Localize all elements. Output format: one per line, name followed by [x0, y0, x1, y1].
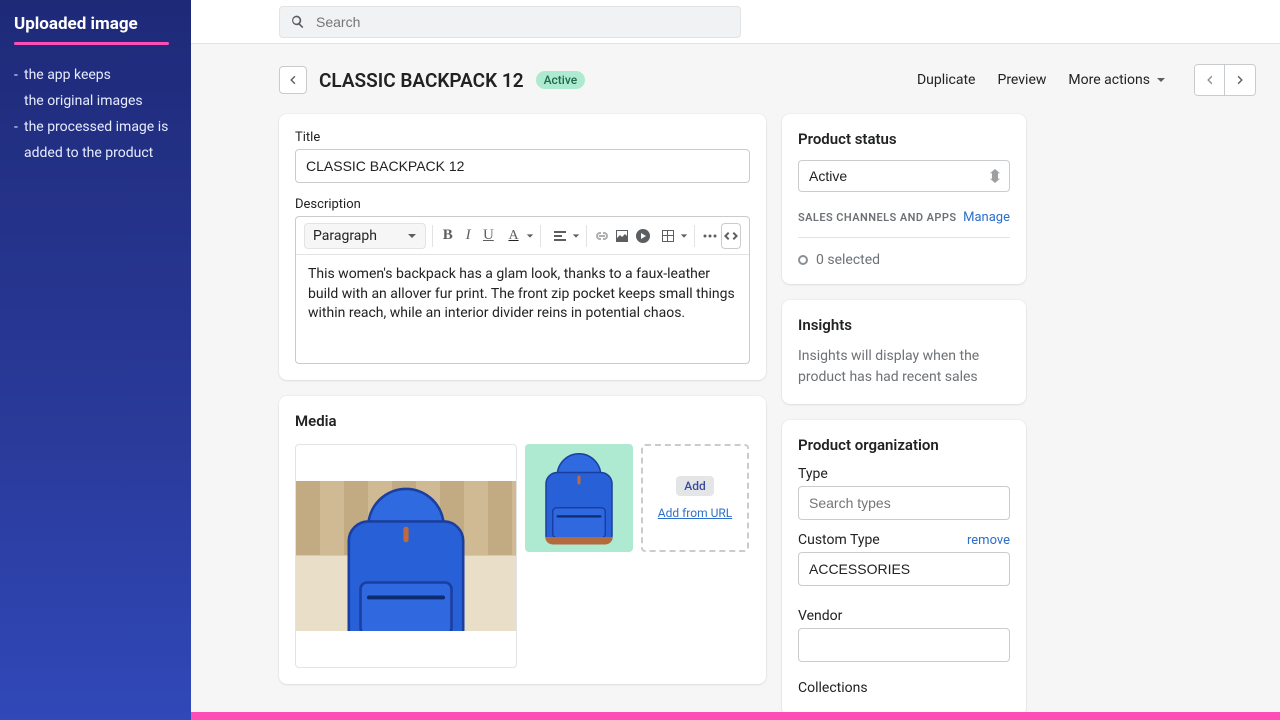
info-sidebar: Uploaded image -the app keeps the origin…: [0, 0, 191, 720]
vendor-input[interactable]: [798, 628, 1010, 662]
back-button[interactable]: [279, 66, 307, 94]
media-item-secondary[interactable]: [525, 444, 633, 552]
image-icon: [614, 228, 630, 244]
insights-card: Insights Insights will display when the …: [782, 300, 1026, 404]
media-card: Media A: [279, 396, 766, 684]
insights-title: Insights: [798, 316, 1010, 334]
search-icon: [290, 14, 306, 30]
play-icon: [635, 228, 651, 244]
sidebar-underline: [14, 42, 169, 45]
video-button[interactable]: [633, 222, 651, 250]
media-title: Media: [295, 412, 750, 430]
more-formatting-button[interactable]: [700, 222, 718, 250]
description-textarea[interactable]: This women's backpack has a glam look, t…: [296, 255, 749, 363]
custom-type-remove-link[interactable]: remove: [967, 533, 1010, 548]
sidebar-list: -the app keeps the original images -the …: [14, 63, 177, 167]
next-product-button[interactable]: [1225, 65, 1255, 95]
media-add-dropzone[interactable]: Add Add from URL: [641, 444, 749, 552]
caret-down-icon: [572, 232, 580, 240]
product-organization-card: Product organization Type Custom Type re…: [782, 420, 1026, 712]
vendor-label: Vendor: [798, 608, 842, 624]
add-from-url-link[interactable]: Add from URL: [658, 506, 732, 520]
caret-down-icon: [526, 232, 534, 240]
search-input[interactable]: [316, 14, 730, 30]
editor-toolbar: Paragraph B I U A: [296, 217, 749, 255]
prev-product-button[interactable]: [1195, 65, 1225, 95]
duplicate-button[interactable]: Duplicate: [917, 72, 976, 88]
page-title: CLASSIC BACKPACK 12: [319, 69, 524, 92]
preview-button[interactable]: Preview: [997, 72, 1046, 88]
insights-text: Insights will display when the product h…: [798, 346, 1010, 388]
type-input[interactable]: [798, 486, 1010, 520]
type-label: Type: [798, 466, 828, 482]
underline-button[interactable]: U: [479, 222, 497, 250]
manage-channels-link[interactable]: Manage: [963, 210, 1010, 225]
chevron-right-icon: [1233, 73, 1247, 87]
title-label: Title: [295, 130, 750, 145]
table-button[interactable]: [654, 222, 682, 250]
arrow-left-icon: [286, 73, 300, 87]
html-view-button[interactable]: [721, 223, 741, 249]
status-badge: Active: [536, 71, 586, 89]
dots-icon: [702, 228, 718, 244]
description-editor: Paragraph B I U A: [295, 216, 750, 364]
align-left-icon: [552, 228, 568, 244]
collections-label: Collections: [798, 680, 868, 696]
search-box[interactable]: [279, 6, 741, 38]
link-button[interactable]: [593, 222, 611, 250]
image-button[interactable]: [613, 222, 631, 250]
circle-icon: [798, 255, 808, 265]
channels-selected-row: 0 selected: [798, 252, 1010, 268]
code-icon: [723, 228, 739, 244]
italic-button[interactable]: I: [459, 222, 477, 250]
product-status-title: Product status: [798, 130, 1010, 148]
sales-channels-label: SALES CHANNELS AND APPS: [798, 211, 957, 224]
bold-button[interactable]: B: [439, 222, 457, 250]
custom-type-input[interactable]: [798, 552, 1010, 586]
page-header: CLASSIC BACKPACK 12 Active Duplicate Pre…: [279, 64, 1256, 96]
sidebar-title: Uploaded image: [14, 14, 177, 34]
table-icon: [660, 228, 676, 244]
topbar: [191, 0, 1280, 44]
more-actions-button[interactable]: More actions: [1068, 72, 1166, 88]
caret-down-icon: [680, 232, 688, 240]
chevron-left-icon: [1203, 73, 1217, 87]
title-description-card: Title Description Paragraph B: [279, 114, 766, 380]
title-input[interactable]: [295, 149, 750, 183]
media-item-primary[interactable]: [295, 444, 517, 668]
description-label: Description: [295, 197, 750, 212]
footer-accent: [191, 712, 1280, 720]
add-media-button[interactable]: Add: [676, 476, 713, 496]
caret-down-icon: [1156, 75, 1166, 85]
product-status-card: Product status Active SALES CHANNELS AND…: [782, 114, 1026, 284]
text-color-button[interactable]: A: [500, 222, 528, 250]
product-organization-title: Product organization: [798, 436, 1010, 454]
link-icon: [594, 228, 610, 244]
custom-type-label: Custom Type: [798, 532, 880, 548]
product-status-select[interactable]: Active: [798, 160, 1010, 192]
align-button[interactable]: [546, 222, 574, 250]
caret-down-icon: [407, 231, 417, 241]
paragraph-style-select[interactable]: Paragraph: [304, 223, 426, 249]
